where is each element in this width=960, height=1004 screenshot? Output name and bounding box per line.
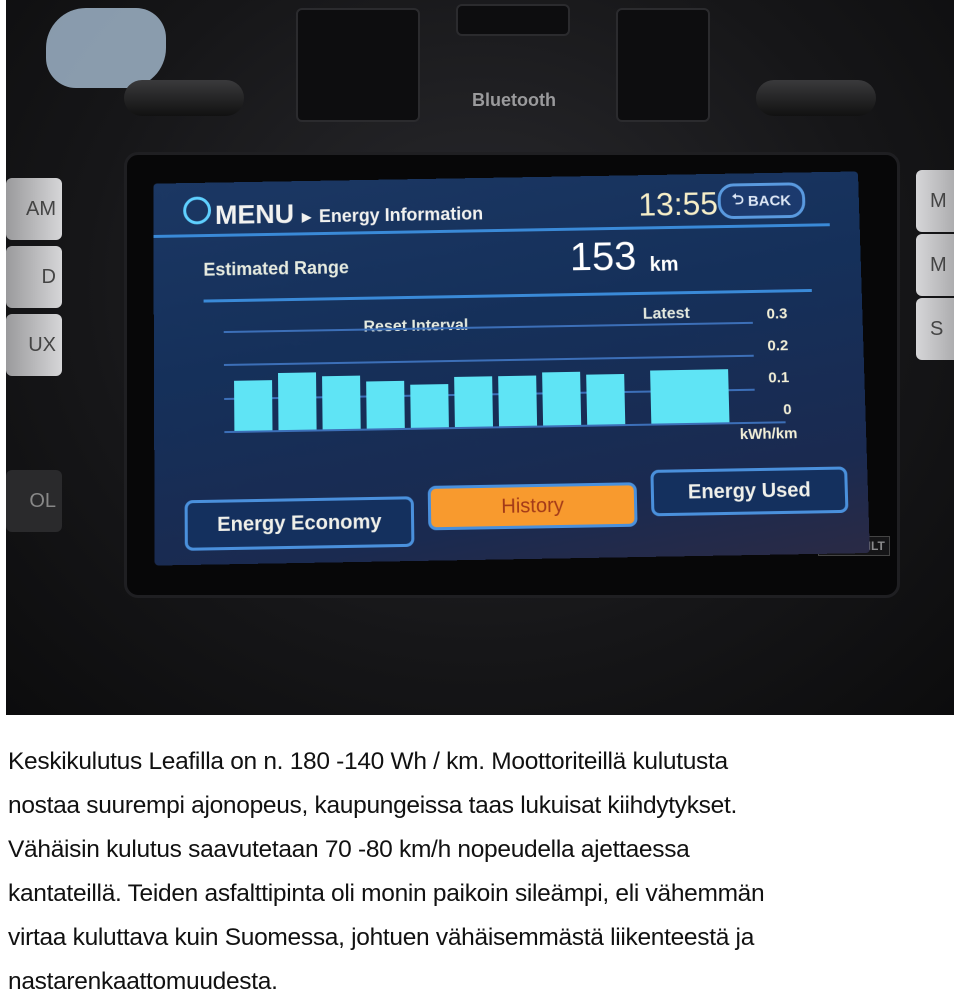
divider (203, 288, 812, 303)
history-bar (278, 372, 317, 431)
breadcrumb-page: Energy Information (318, 203, 484, 227)
vent (296, 8, 420, 122)
history-bar (234, 380, 273, 431)
gridline (223, 321, 753, 334)
zero-emission-logo-icon (183, 196, 212, 225)
menu-link: MENU (214, 198, 295, 230)
gridline (223, 355, 754, 367)
side-button: AM (6, 178, 62, 240)
tab-history[interactable]: History (427, 482, 638, 531)
side-button: M (916, 170, 954, 232)
clock: 13:55 (637, 185, 719, 223)
tape (46, 8, 166, 88)
back-label: BACK (747, 191, 792, 210)
caption-line: Keskikulutus Leafilla on n. 180 -140 Wh … (8, 748, 728, 775)
car-dashboard-photo: Bluetooth AM D UX OL M M S OPEN/TILT MEN… (6, 0, 954, 715)
caption-line: virtaa kuluttava kuin Suomessa, johtuen … (8, 924, 755, 951)
history-bar (454, 376, 493, 428)
tab-energy-used[interactable]: Energy Used (650, 466, 849, 517)
breadcrumb: MENU ▸ Energy Information (215, 196, 483, 231)
history-bar (586, 373, 626, 425)
history-bar (366, 381, 405, 429)
bar-chart (223, 321, 786, 434)
knob (124, 80, 244, 116)
history-bar (410, 383, 449, 428)
knob (756, 80, 876, 116)
estimated-range-value: 153 (569, 234, 637, 280)
side-button: UX (6, 314, 62, 376)
y-axis-unit: kWh/km (739, 425, 798, 444)
y-tick: 0.3 (766, 305, 788, 323)
caption-line: kantateillä. Teiden asfalttipinta oli mo… (8, 880, 765, 907)
side-button: S (916, 298, 954, 360)
nav-screen: MENU ▸ Energy Information 13:55 ⮌ BACK E… (153, 171, 870, 566)
caption-line: nastarenkaattomuudesta. (8, 968, 278, 995)
vent (616, 8, 710, 122)
history-bar (542, 371, 582, 426)
caption-line: nostaa suurempi ajonopeus, kaupungeissa … (8, 792, 737, 819)
breadcrumb-separator: ▸ (301, 206, 312, 227)
vent (456, 4, 570, 36)
estimated-range-label: Estimated Range (203, 257, 350, 280)
history-bar (322, 375, 361, 430)
back-button: ⮌ BACK (717, 182, 806, 220)
caption-line: Vähäisin kulutus saavutetaan 70 -80 km/h… (8, 836, 690, 863)
latest-label: Latest (642, 305, 691, 323)
tab-energy-economy[interactable]: Energy Economy (184, 496, 415, 551)
estimated-range-unit: km (649, 253, 679, 276)
side-button: M (916, 234, 954, 296)
side-button: D (6, 246, 62, 308)
latest-bar (650, 368, 730, 424)
side-button: OL (6, 470, 62, 532)
history-bar (498, 375, 538, 427)
back-arrow-icon: ⮌ (731, 190, 749, 208)
caption-text: Keskikulutus Leafilla on n. 180 -140 Wh … (8, 740, 765, 1004)
bluetooth-logo: Bluetooth (472, 90, 556, 110)
